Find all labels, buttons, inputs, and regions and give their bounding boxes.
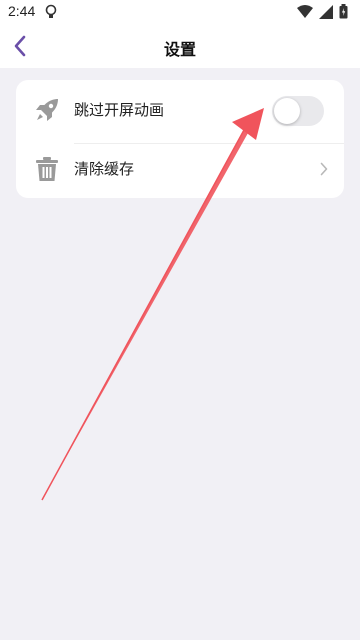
clear-cache-label: 清除缓存 [74, 160, 135, 178]
page-title: 设置 [163, 40, 196, 59]
status-bar: 2:44 [0, 0, 360, 24]
skip-splash-animation-row[interactable]: 跳过开屏动画 [16, 80, 344, 139]
chevron-right-icon [320, 161, 328, 180]
rocket-icon [34, 97, 60, 123]
wifi-icon [297, 4, 313, 23]
clear-cache-row[interactable]: 清除缓存 [16, 139, 344, 198]
lightbulb-icon [45, 4, 57, 24]
skip-splash-animation-toggle[interactable] [272, 96, 324, 126]
trash-icon [34, 156, 60, 182]
app-bar: 设置 [0, 24, 360, 68]
battery-icon [339, 4, 348, 23]
toggle-knob [274, 98, 300, 124]
settings-card: 跳过开屏动画 清除缓存 [16, 80, 344, 198]
skip-splash-animation-label: 跳过开屏动画 [74, 101, 165, 119]
signal-icon [319, 4, 333, 23]
status-time: 2:44 [8, 3, 36, 19]
